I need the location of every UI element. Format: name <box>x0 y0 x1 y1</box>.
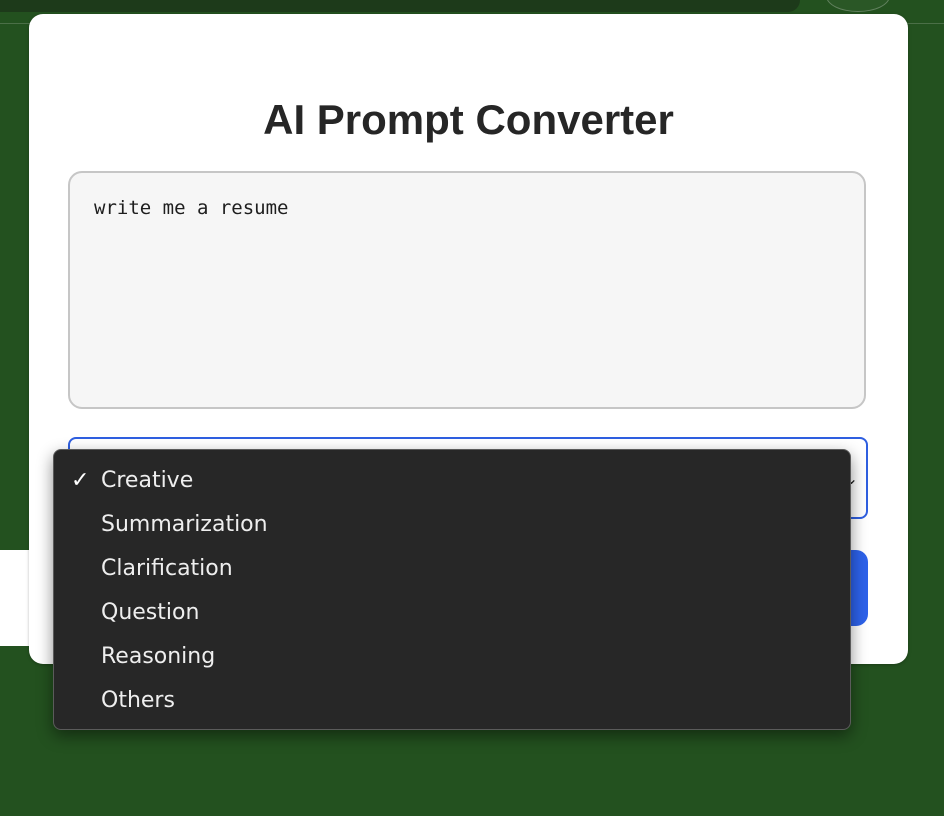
toolbar-circle-button[interactable] <box>826 0 890 12</box>
option-summarization[interactable]: Summarization <box>54 503 850 547</box>
option-label: Others <box>101 688 175 713</box>
prompt-input[interactable] <box>68 171 866 409</box>
background-panel-edge <box>0 550 30 646</box>
option-label: Clarification <box>101 556 233 581</box>
page-title: AI Prompt Converter <box>263 96 674 143</box>
option-question[interactable]: Question <box>54 591 850 635</box>
option-reasoning[interactable]: Reasoning <box>54 635 850 679</box>
option-label: Creative <box>101 468 194 493</box>
option-label: Question <box>101 600 200 625</box>
option-label: Summarization <box>101 512 268 537</box>
option-label: Reasoning <box>101 644 216 669</box>
option-clarification[interactable]: Clarification <box>54 547 850 591</box>
category-dropdown-menu: ✓ Creative Summarization Clarification Q… <box>53 449 851 730</box>
option-others[interactable]: Others <box>54 679 850 723</box>
checkmark-icon: ✓ <box>71 468 90 493</box>
option-creative[interactable]: ✓ Creative <box>54 459 850 503</box>
toolbar-shape <box>0 0 800 12</box>
